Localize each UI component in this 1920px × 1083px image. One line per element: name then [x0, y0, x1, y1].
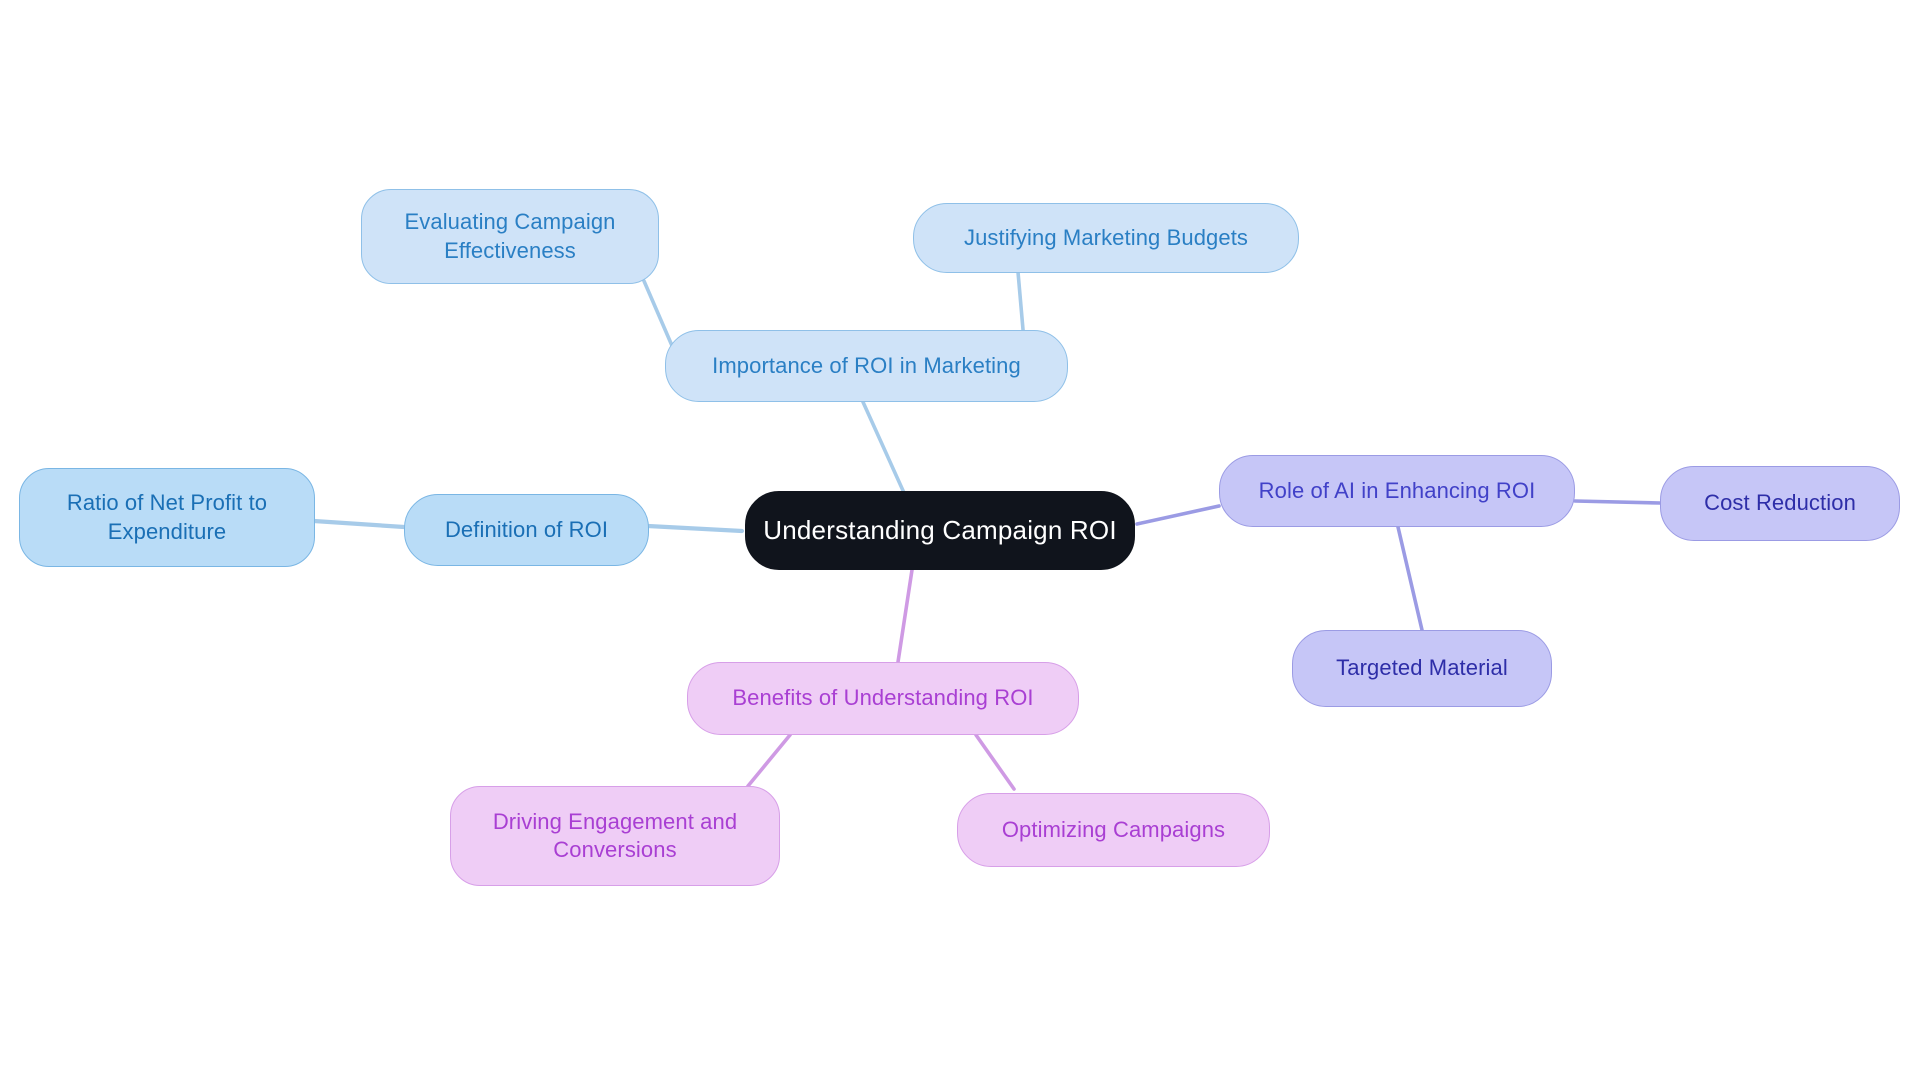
node-optimizing-campaigns[interactable]: Optimizing Campaigns [957, 793, 1270, 867]
node-label: Driving Engagement and Conversions [492, 808, 738, 862]
node-label: Optimizing Campaigns [1001, 816, 1226, 842]
node-label: Cost Reduction [1704, 490, 1856, 516]
node-understanding-campaign-roi[interactable]: Understanding Campaign ROI [745, 491, 1135, 570]
edge-benefits-to-driving [746, 733, 792, 788]
node-label: Evaluating Campaign Effectiveness [404, 209, 616, 263]
node-label: Definition of ROI [444, 516, 609, 542]
node-justifying-marketing-budgets[interactable]: Justifying Marketing Budgets [913, 203, 1299, 273]
node-label: Understanding Campaign ROI [763, 514, 1117, 545]
edge-role-ai-to-cost-reduction [1573, 499, 1662, 505]
node-benefits-of-understanding-roi[interactable]: Benefits of Understanding ROI [687, 662, 1079, 735]
node-label: Role of AI in Enhancing ROI [1258, 477, 1536, 503]
node-cost-reduction[interactable]: Cost Reduction [1660, 466, 1900, 541]
node-importance-of-roi-in-marketing[interactable]: Importance of ROI in Marketing [665, 330, 1068, 402]
node-label: Targeted Material [1336, 655, 1508, 681]
node-role-of-ai-in-enhancing-roi[interactable]: Role of AI in Enhancing ROI [1219, 455, 1575, 527]
edge-root-to-benefits [896, 568, 914, 664]
node-label: Importance of ROI in Marketing [712, 352, 1021, 378]
edge-benefits-to-optimizing [974, 733, 1016, 791]
edge-root-to-definition [645, 523, 745, 534]
edge-root-to-importance [861, 400, 907, 497]
node-evaluating-campaign-effectiveness[interactable]: Evaluating Campaign Effectiveness [361, 189, 659, 284]
node-targeted-material[interactable]: Targeted Material [1292, 630, 1552, 707]
node-label: Benefits of Understanding ROI [732, 685, 1034, 711]
edge-root-to-role-ai [1135, 504, 1221, 526]
node-definition-of-roi[interactable]: Definition of ROI [404, 494, 649, 566]
node-driving-engagement-and-conversions[interactable]: Driving Engagement and Conversions [450, 786, 780, 886]
edge-definition-to-ratio [311, 518, 407, 530]
node-label: Ratio of Net Profit to Expenditure [66, 490, 268, 544]
node-label: Justifying Marketing Budgets [963, 224, 1249, 250]
edge-importance-to-evaluating [642, 279, 675, 350]
edge-role-ai-to-targeted-material [1396, 525, 1424, 632]
mindmap-canvas: Understanding Campaign ROI Importance of… [0, 0, 1920, 1083]
node-ratio-of-net-profit-to-expenditure[interactable]: Ratio of Net Profit to Expenditure [19, 468, 315, 567]
